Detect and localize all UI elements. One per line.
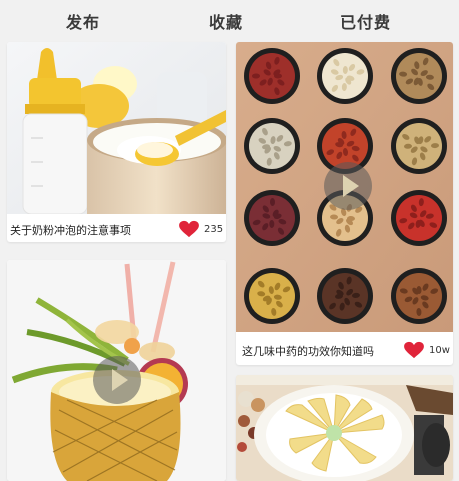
like-count: 235: [204, 223, 224, 235]
post-card-herbal-medicine[interactable]: 这几味中药的功效你知道吗 10w: [236, 42, 453, 365]
post-card-pineapple-drink[interactable]: [7, 260, 226, 481]
milk-powder-bottle-photo: [7, 42, 226, 214]
post-card-sliced-dish[interactable]: [236, 375, 453, 481]
post-card-milk-powder[interactable]: 关于奶粉冲泡的注意事项 235: [7, 42, 226, 242]
top-tab-bar: 发布 收藏 已付费: [0, 0, 459, 42]
like-counter[interactable]: 235: [178, 220, 223, 238]
play-video-button[interactable]: [93, 356, 141, 404]
tab-paid[interactable]: 已付费: [340, 9, 391, 33]
heart-icon: [179, 220, 199, 238]
play-video-button[interactable]: [324, 162, 372, 210]
post-title: 这几味中药的功效你知道吗: [242, 345, 374, 358]
tab-publish[interactable]: 发布: [66, 9, 100, 33]
tab-favorites[interactable]: 收藏: [209, 9, 243, 33]
heart-icon: [404, 341, 424, 359]
post-title: 关于奶粉冲泡的注意事项: [10, 224, 131, 237]
like-count: 10w: [429, 344, 450, 356]
sliced-dish-photo: [236, 375, 453, 481]
like-counter[interactable]: 10w: [403, 341, 450, 359]
